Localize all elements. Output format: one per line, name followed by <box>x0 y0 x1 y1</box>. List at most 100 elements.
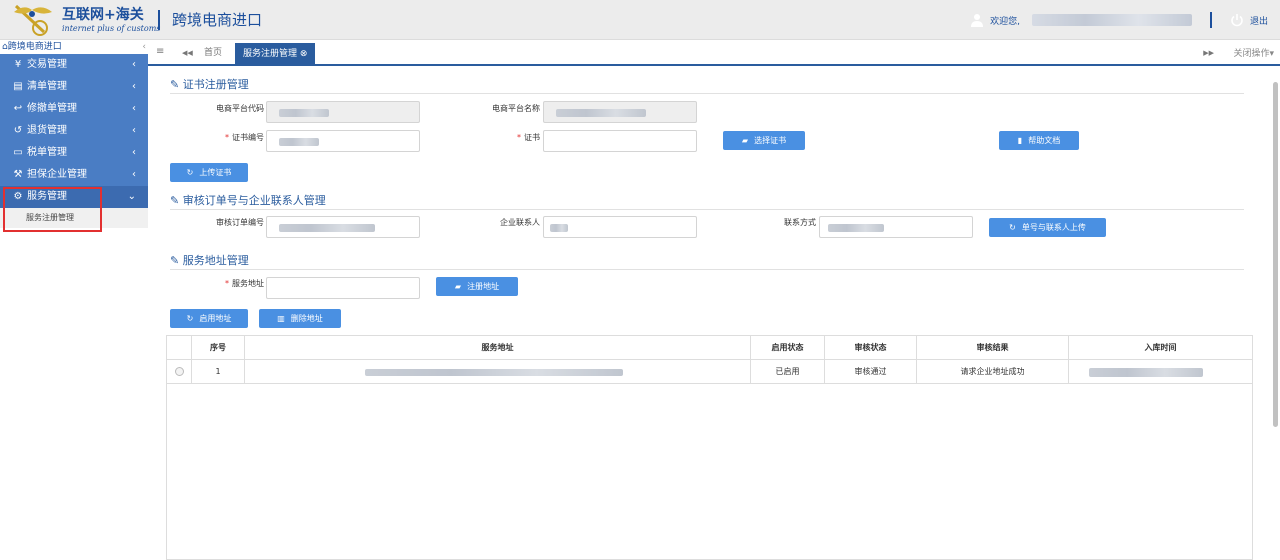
menu-toggle-icon[interactable]: ≡ <box>156 46 164 57</box>
tab-service-registration[interactable]: 服务注册管理 ⊗ <box>235 43 316 66</box>
edit-icon: ✎ <box>170 194 180 207</box>
sidebar-item-guarantee[interactable]: ⚒ 担保企业管理 ‹ <box>0 164 148 186</box>
service-address-input[interactable] <box>266 277 420 299</box>
platform-name-field <box>543 101 697 123</box>
close-operations-dropdown[interactable]: 关闭操作▾ <box>1233 46 1274 59</box>
order-no-label: 审核订单编号 <box>216 218 264 227</box>
upload-icon: ↻ <box>186 168 194 177</box>
table-row[interactable]: 1 已启用 审核通过 请求企业地址成功 <box>167 360 1252 384</box>
sidebar-item-label: 服务管理 <box>27 191 67 202</box>
tab-scroll-left-icon[interactable]: ◀◀ <box>182 49 193 57</box>
yen-icon: ¥ <box>14 59 22 70</box>
header-divider <box>158 10 160 30</box>
welcome-text: 欢迎您, <box>990 16 1020 27</box>
sidebar-item-tax[interactable]: ▭ 税单管理 ‹ <box>0 142 148 164</box>
table-header: 序号 <box>192 336 245 360</box>
table-header-select <box>167 336 192 360</box>
sidebar-root-label: 跨境电商进口 <box>7 42 62 52</box>
edit-icon: ✎ <box>170 254 180 267</box>
cert-label: * 证书 <box>517 133 540 142</box>
user-icon <box>971 14 984 27</box>
customs-emblem-icon <box>14 4 52 36</box>
order-no-input[interactable] <box>266 216 420 238</box>
tab-scroll-right-icon[interactable]: ▶▶ <box>1203 49 1214 57</box>
tab-label: 服务注册管理 <box>243 49 298 59</box>
platform-code-label: 电商平台代码 <box>216 104 264 113</box>
row-enable-status: 已启用 <box>751 360 825 384</box>
edit-icon: ✎ <box>170 78 180 91</box>
folder-icon: ▰ <box>454 282 462 291</box>
table-header-row: 序号 服务地址 启用状态 审核状态 审核结果 入库时间 <box>167 336 1252 360</box>
table-header: 入库时间 <box>1144 343 1177 352</box>
trash-icon: ▥ <box>277 314 285 323</box>
platform-code-field <box>266 101 420 123</box>
contact-input[interactable] <box>543 216 697 238</box>
sidebar-item-return[interactable]: ↺ 退货管理 ‹ <box>0 120 148 142</box>
row-storage-time <box>1069 360 1252 384</box>
sidebar-item-label: 清单管理 <box>27 81 67 92</box>
tab-home[interactable]: 首页 <box>204 45 222 58</box>
logout-link[interactable]: 退出 <box>1250 14 1268 27</box>
username-redacted <box>1031 14 1192 26</box>
gavel-icon: ⚒ <box>13 169 23 180</box>
delete-address-button[interactable]: ▥ 删除地址 <box>259 309 341 328</box>
enable-address-button[interactable]: ↻ 启用地址 <box>170 309 248 328</box>
row-audit-result: 请求企业地址成功 <box>917 360 1069 384</box>
row-service-address <box>245 360 751 384</box>
undo-icon: ↺ <box>13 125 23 136</box>
sidebar-item-label: 修撤单管理 <box>27 103 77 114</box>
document-icon: ▤ <box>13 81 23 92</box>
chevron-left-icon: ‹ <box>132 81 136 92</box>
service-address-table: 序号 服务地址 启用状态 审核状态 审核结果 入库时间 1 已启用 审核通过 请… <box>166 335 1253 560</box>
choose-cert-button[interactable]: ▰ 选择证书 <box>723 131 805 150</box>
upload-icon: ↻ <box>1009 223 1016 232</box>
row-index: 1 <box>192 360 245 384</box>
chevron-left-icon: ‹ <box>132 147 136 158</box>
sidebar-item-list[interactable]: ▤ 清单管理 ‹ <box>0 76 148 98</box>
sidebar-item-label: 担保企业管理 <box>27 169 87 180</box>
upload-order-contact-button[interactable]: ↻ 单号与联系人上传 <box>989 218 1106 237</box>
customs-logo: 互联网+海关 internet plus of customs <box>10 2 170 38</box>
sidebar-item-label: 税单管理 <box>27 147 67 158</box>
cert-file-input[interactable] <box>543 130 697 152</box>
main-content: ✎ 证书注册管理 电商平台代码 电商平台名称 * 证书编号 * 证书 ▰ 选择证书 ▮… <box>166 70 1253 560</box>
sidebar-item-trade[interactable]: ¥ 交易管理 ‹ <box>0 54 148 76</box>
sidebar-collapse-icon[interactable]: ‹ <box>142 40 146 54</box>
help-doc-button[interactable]: ▮ 帮助文档 <box>999 131 1079 150</box>
app-title: 跨境电商进口 <box>172 11 263 29</box>
gear-icon: ⚙ <box>13 191 23 202</box>
user-area: 欢迎您, 退出 <box>970 12 1268 28</box>
file-icon: ▮ <box>1017 136 1023 145</box>
reply-icon: ↩ <box>13 103 23 114</box>
refresh-icon: ↻ <box>186 314 194 323</box>
header-divider-right <box>1209 12 1212 28</box>
cert-no-label: * 证书编号 <box>225 133 264 142</box>
cert-no-input[interactable] <box>266 130 420 152</box>
service-address-label: * 服务地址 <box>225 279 264 288</box>
chevron-left-icon: ‹ <box>132 103 136 114</box>
sidebar: ⌂跨境电商进口 ‹ ¥ 交易管理 ‹ ▤ 清单管理 ‹ ↩ 修撤单管理 ‹ ↺ 退货管理… <box>0 40 148 555</box>
sidebar-item-modify[interactable]: ↩ 修撤单管理 ‹ <box>0 98 148 120</box>
platform-name-label: 电商平台名称 <box>492 104 540 113</box>
row-radio[interactable] <box>174 367 184 376</box>
section-divider <box>170 209 1244 210</box>
page-scrollbar[interactable] <box>1273 82 1278 427</box>
phone-input[interactable] <box>819 216 973 238</box>
chevron-down-icon: ⌄ <box>127 191 136 202</box>
power-icon[interactable] <box>1230 13 1244 27</box>
sidebar-item-service[interactable]: ⚙ 服务管理 ⌄ <box>0 186 148 208</box>
sidebar-root[interactable]: ⌂跨境电商进口 ‹ <box>0 40 148 54</box>
section-title-address: ✎ 服务地址管理 <box>170 254 249 267</box>
table-header: 启用状态 <box>751 336 825 360</box>
sidebar-subitem-service-registration[interactable]: 服务注册管理 <box>0 208 148 228</box>
upload-cert-button[interactable]: ↻ 上传证书 <box>170 163 248 182</box>
register-address-button[interactable]: ▰ 注册地址 <box>436 277 518 296</box>
card-icon: ▭ <box>13 147 23 158</box>
sidebar-item-label: 交易管理 <box>27 59 67 70</box>
tab-close-icon[interactable]: ⊗ <box>300 49 308 59</box>
row-audit-status: 审核通过 <box>825 360 917 384</box>
sidebar-item-label: 退货管理 <box>27 125 67 136</box>
row-select-cell <box>167 360 192 384</box>
section-divider <box>170 93 1244 94</box>
contact-label: 企业联系人 <box>500 218 540 227</box>
